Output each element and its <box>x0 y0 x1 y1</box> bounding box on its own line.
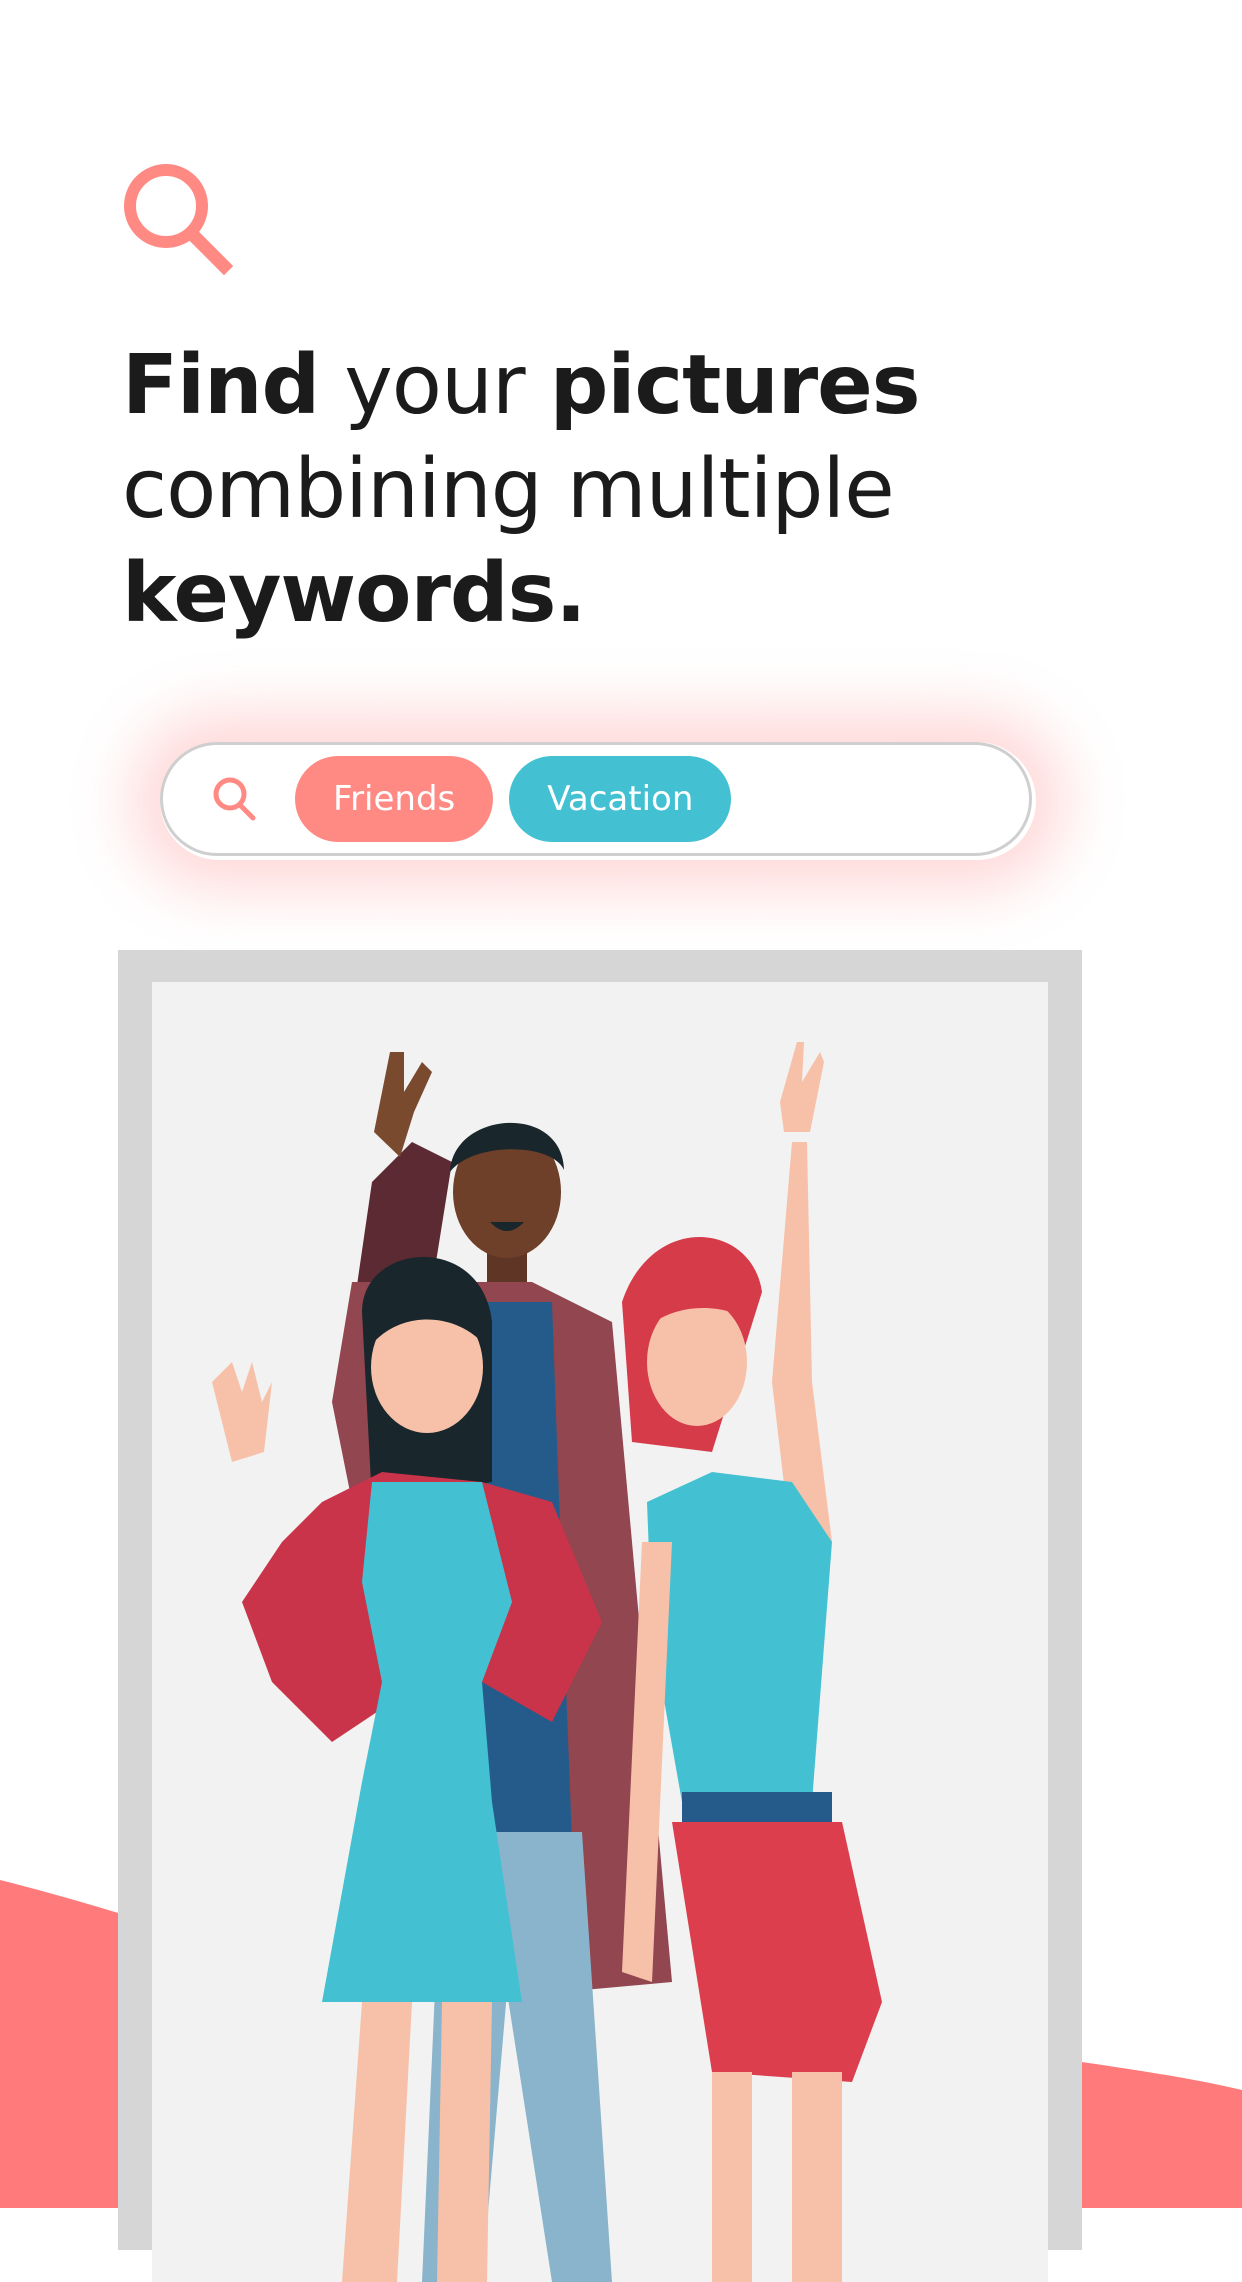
photo-area <box>152 982 1048 2282</box>
photo-frame <box>118 950 1082 2282</box>
headline-word-your: your <box>319 338 550 433</box>
keyword-chip-friends[interactable]: Friends <box>295 756 494 842</box>
headline-line-3: keywords. <box>122 546 587 641</box>
keyword-chip-label: Vacation <box>547 779 694 819</box>
search-bar[interactable]: Friends Vacation <box>160 742 1032 856</box>
friends-illustration <box>212 1042 882 2282</box>
headline-word-find: Find <box>122 338 320 433</box>
search-icon <box>124 164 234 276</box>
search-icon <box>213 777 256 821</box>
headline-line-2: combining multiple <box>122 442 895 537</box>
keyword-chip-vacation[interactable]: Vacation <box>509 756 732 842</box>
headline: Find your pictures combining multiple ke… <box>122 334 921 646</box>
keyword-chip-label: Friends <box>333 779 456 819</box>
headline-word-pictures: pictures <box>549 338 921 433</box>
